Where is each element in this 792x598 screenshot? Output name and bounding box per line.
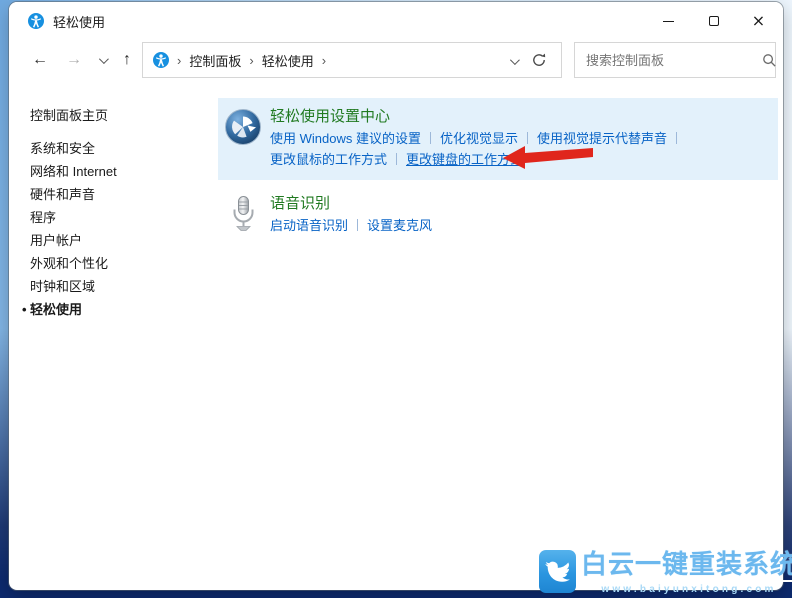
link-change-keyboard-settings[interactable]: 更改键盘的工作方式 (406, 152, 523, 167)
sidebar-item-user-accounts[interactable]: 用户帐户 (9, 229, 209, 252)
link-row: 启动语音识别 设置麦克风 (270, 216, 778, 236)
nav-buttons: ← → ↑ (23, 40, 140, 80)
ease-of-access-center-icon[interactable] (224, 108, 262, 146)
sidebar-item-label: 轻松使用 (30, 302, 83, 317)
section-icon-col (224, 106, 270, 170)
sidebar-item-appearance[interactable]: 外观和个性化 (9, 252, 209, 275)
window-title: 轻松使用 (53, 14, 106, 30)
search-input[interactable] (575, 52, 762, 68)
chevron-down-icon (509, 54, 520, 65)
section-text-col: 轻松使用设置中心 使用 Windows 建议的设置 优化视觉显示 使用视觉提示代替声… (270, 106, 778, 170)
maximize-button[interactable] (691, 2, 736, 40)
watermark-title: 白云一键重装系统 (581, 550, 792, 582)
link-set-up-microphone[interactable]: 设置麦克风 (367, 218, 432, 233)
link-visual-cues-for-sounds[interactable]: 使用视觉提示代替声音 (537, 131, 667, 146)
title-bar: 轻松使用 × (9, 2, 783, 40)
speech-recognition-title[interactable]: 语音识别 (270, 193, 330, 215)
minimize-icon (663, 20, 674, 22)
window-controls: × (646, 2, 781, 40)
sidebar-item-system-security[interactable]: 系统和安全 (9, 137, 209, 160)
link-optimize-visual-display[interactable]: 优化视觉显示 (440, 131, 518, 146)
control-panel-window: 轻松使用 × ← → ↑ › 控制面板 › 轻松使用 › 搜索控制面板 控制面板… (9, 2, 783, 590)
section-speech-recognition: 语音识别 启动语音识别 设置麦克风 (218, 187, 778, 243)
navigation-toolbar: ← → ↑ › 控制面板 › 轻松使用 › (9, 40, 783, 84)
active-bullet: • (22, 302, 27, 317)
link-separator (526, 132, 528, 144)
close-icon: × (751, 11, 766, 30)
minimize-button[interactable] (646, 2, 691, 40)
breadcrumb-control-panel[interactable]: 控制面板 (189, 51, 241, 70)
section-text-col: 语音识别 启动语音识别 设置麦克风 (270, 193, 778, 237)
watermark-text-block: 白云一键重装系统 www.baiyunxitong.com (581, 550, 792, 595)
main-content: 轻松使用设置中心 使用 Windows 建议的设置 优化视觉显示 使用视觉提示代替声… (218, 98, 778, 243)
link-row-1: 使用 Windows 建议的设置 优化视觉显示 使用视觉提示代替声音 (270, 129, 778, 149)
sidebar-item-hardware-sound[interactable]: 硬件和声音 (9, 183, 209, 206)
breadcrumb-separator[interactable]: › (241, 53, 261, 68)
chevron-down-icon (98, 54, 109, 65)
breadcrumb-separator[interactable]: › (314, 53, 334, 68)
link-row-2: 更改鼠标的工作方式 更改键盘的工作方式 (270, 150, 778, 170)
maximize-icon (708, 16, 719, 26)
close-button[interactable]: × (736, 2, 781, 40)
back-button[interactable]: ← (23, 52, 57, 68)
breadcrumb-ease-of-access[interactable]: 轻松使用 (262, 51, 314, 70)
section-ease-of-access-center: 轻松使用设置中心 使用 Windows 建议的设置 优化视觉显示 使用视觉提示代替声… (218, 98, 778, 180)
section-icon-col (224, 193, 270, 237)
address-dropdown[interactable] (496, 53, 531, 68)
search-icon[interactable] (762, 53, 777, 68)
refresh-icon[interactable] (531, 52, 547, 68)
accessibility-icon (28, 13, 44, 29)
watermark: 白云一键重装系统 www.baiyunxitong.com (539, 550, 792, 595)
watermark-url: www.baiyunxitong.com (601, 584, 777, 595)
address-bar-right (496, 52, 561, 68)
sidebar-item-programs[interactable]: 程序 (9, 206, 209, 229)
search-box (574, 42, 776, 78)
forward-button[interactable]: → (57, 52, 91, 68)
link-suggested-settings[interactable]: 使用 Windows 建议的设置 (270, 131, 421, 146)
link-separator (676, 132, 677, 144)
microphone-icon[interactable] (231, 195, 256, 232)
recent-pages-dropdown[interactable] (91, 51, 114, 69)
bird-icon (545, 561, 570, 582)
sidebar: 控制面板主页 系统和安全 网络和 Internet 硬件和声音 程序 用户帐户 … (9, 104, 209, 321)
link-separator (357, 219, 359, 231)
link-separator (396, 153, 398, 165)
sidebar-item-clock-region[interactable]: 时钟和区域 (9, 275, 209, 298)
up-button[interactable]: ↑ (114, 52, 140, 68)
link-start-speech-recognition[interactable]: 启动语音识别 (270, 218, 348, 233)
sidebar-item-home[interactable]: 控制面板主页 (9, 104, 209, 127)
watermark-logo (539, 550, 576, 593)
link-change-mouse-settings[interactable]: 更改鼠标的工作方式 (270, 152, 387, 167)
breadcrumb-separator[interactable]: › (169, 53, 189, 68)
sidebar-item-network-internet[interactable]: 网络和 Internet (9, 160, 209, 183)
ease-of-access-center-title[interactable]: 轻松使用设置中心 (270, 106, 390, 128)
sidebar-item-ease-of-access[interactable]: • 轻松使用 (9, 298, 209, 321)
address-bar[interactable]: › 控制面板 › 轻松使用 › (142, 42, 562, 78)
accessibility-icon (153, 52, 169, 68)
link-separator (429, 132, 431, 144)
